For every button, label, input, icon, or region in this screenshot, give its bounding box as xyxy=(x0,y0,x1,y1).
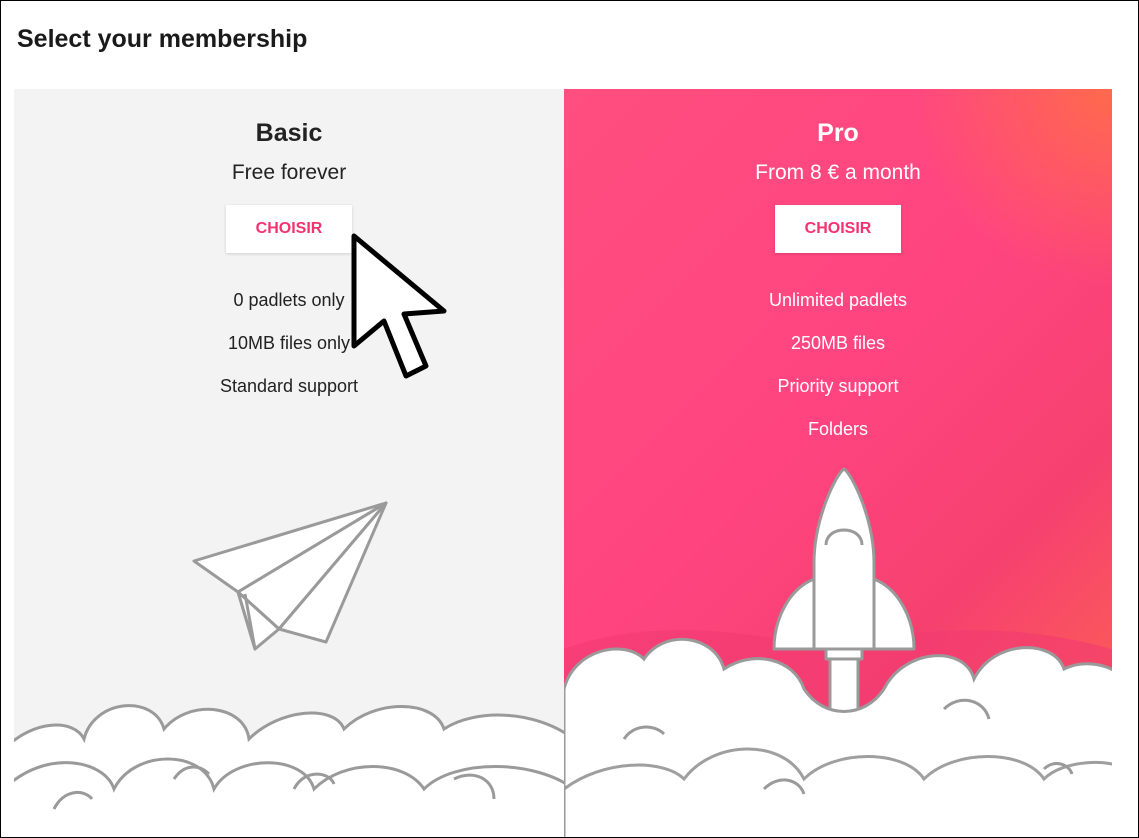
paper-plane-icon xyxy=(192,501,388,651)
feature-item: Standard support xyxy=(219,376,359,396)
pro-illustration xyxy=(564,467,1112,837)
clouds-basic xyxy=(14,704,564,837)
page-title: Select your membership xyxy=(17,25,308,53)
feature-item: Unlimited padlets xyxy=(768,290,908,310)
plan-name-pro: Pro xyxy=(817,119,859,147)
feature-list-pro: Unlimited padlets 250MB files Priority s… xyxy=(564,285,1112,457)
feature-item: 10MB files only xyxy=(227,333,351,353)
feature-list-basic: 0 padlets only 10MB files only Standard … xyxy=(14,285,564,414)
choose-basic-button[interactable]: CHOISIR xyxy=(226,205,352,253)
mouse-cursor-icon xyxy=(351,233,447,379)
plan-price-pro: From 8 € a month xyxy=(755,161,921,184)
plan-card-pro: Pro From 8 € a month CHOISIR Unlimited p… xyxy=(564,89,1112,837)
feature-item: Folders xyxy=(807,419,869,439)
plan-name-basic: Basic xyxy=(255,119,323,147)
plan-price-basic: Free forever xyxy=(231,161,347,184)
choose-pro-button[interactable]: CHOISIR xyxy=(775,205,901,253)
feature-item: 0 padlets only xyxy=(233,290,345,310)
plan-card-basic: Basic Free forever CHOISIR 0 padlets onl… xyxy=(14,89,564,837)
basic-illustration xyxy=(14,501,564,837)
feature-item: 250MB files xyxy=(790,333,886,353)
feature-item: Priority support xyxy=(777,376,899,396)
membership-dialog: Select your membership Basic Free foreve… xyxy=(0,0,1139,838)
